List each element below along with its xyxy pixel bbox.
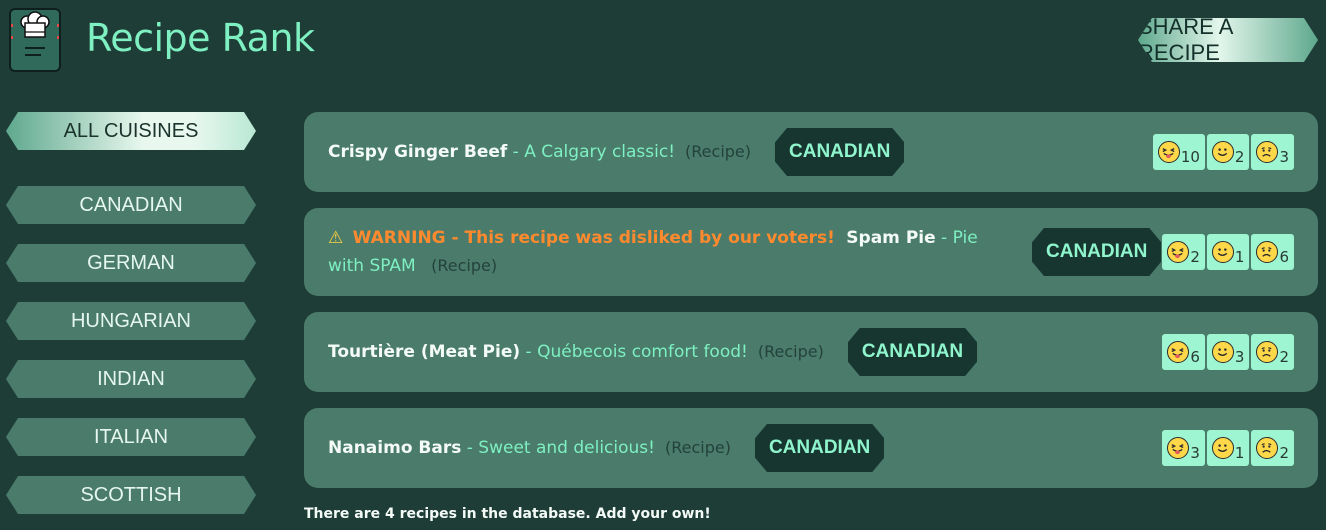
tongue-out-face-icon: [1157, 141, 1180, 163]
cuisine-tag[interactable]: CANADIAN: [755, 424, 884, 472]
warning-text: WARNING - This recipe was disliked by ou…: [352, 228, 835, 248]
recipe-card: Tourtière (Meat Pie) - Québecois comfort…: [304, 312, 1318, 392]
smiley-face-icon: [1211, 341, 1234, 363]
cuisine-tag[interactable]: CANADIAN: [775, 128, 904, 176]
tongue-out-face-icon: [1167, 241, 1190, 263]
recipe-count-footer: There are 4 recipes in the database. Add…: [304, 506, 711, 522]
liked-count: 2: [1234, 148, 1245, 166]
recipe-name: Tourtière (Meat Pie): [328, 342, 521, 362]
cuisine-filter-italian[interactable]: ITALIAN: [6, 418, 256, 456]
disliked-count: 6: [1279, 248, 1289, 266]
recipe-name: Crispy Ginger Beef: [328, 142, 508, 162]
tongue-out-face-icon: [1167, 437, 1190, 459]
vote-liked-button[interactable]: 1: [1206, 234, 1250, 270]
vote-disliked-button[interactable]: 2: [1251, 430, 1294, 466]
cuisine-tag[interactable]: CANADIAN: [848, 328, 977, 376]
cuisine-filter-hungarian[interactable]: HUNGARIAN: [6, 302, 256, 340]
recipe-text: Tourtière (Meat Pie) - Québecois comfort…: [328, 312, 977, 392]
frowning-face-icon: [1256, 241, 1279, 263]
vote-loved-button[interactable]: 2: [1162, 234, 1205, 270]
cuisine-filter-scottish[interactable]: SCOTTISH: [6, 476, 256, 514]
vote-loved-button[interactable]: 10: [1152, 134, 1205, 170]
recipe-link[interactable]: (Recipe): [431, 256, 497, 275]
recipe-text: Nanaimo Bars - Sweet and delicious! (Rec…: [328, 408, 884, 488]
chef-hat-book-icon: [9, 8, 61, 72]
smiley-face-icon: [1211, 437, 1234, 459]
recipe-card: Crispy Ginger Beef - A Calgary classic! …: [304, 112, 1318, 192]
recipe-separator: -: [507, 142, 525, 162]
recipe-card: ⚠ WARNING - This recipe was disliked by …: [304, 208, 1318, 296]
app-title: Recipe Rank: [86, 16, 315, 60]
recipe-separator: -: [461, 438, 479, 458]
vote-group: 6 3 2: [1162, 334, 1294, 370]
cuisine-tag[interactable]: CANADIAN: [1032, 228, 1161, 276]
recipe-name: Spam Pie: [846, 228, 936, 248]
recipe-description: A Calgary classic!: [524, 142, 676, 162]
tongue-out-face-icon: [1167, 341, 1190, 363]
frowning-face-icon: [1256, 341, 1279, 363]
disliked-count: 2: [1279, 444, 1289, 462]
loved-count: 3: [1190, 444, 1200, 462]
vote-loved-button[interactable]: 3: [1162, 430, 1205, 466]
cuisine-filter-german[interactable]: GERMAN: [6, 244, 256, 282]
liked-count: 3: [1234, 348, 1245, 366]
vote-group: 10 2 3: [1152, 134, 1294, 170]
recipe-text: Crispy Ginger Beef - A Calgary classic! …: [328, 112, 904, 192]
recipe-name: Nanaimo Bars: [328, 438, 462, 458]
vote-disliked-button[interactable]: 6: [1251, 234, 1294, 270]
recipe-separator: -: [520, 342, 538, 362]
recipe-link[interactable]: (Recipe): [685, 138, 751, 166]
frowning-face-icon: [1256, 437, 1279, 459]
cuisine-filter-indian[interactable]: INDIAN: [6, 360, 256, 398]
vote-group: 2 1 6: [1162, 234, 1294, 270]
cuisine-filter-all[interactable]: ALL CUISINES: [6, 112, 256, 150]
frowning-face-icon: [1256, 141, 1279, 163]
vote-disliked-button[interactable]: 3: [1251, 134, 1294, 170]
smiley-face-icon: [1211, 241, 1234, 263]
loved-count: 2: [1190, 248, 1200, 266]
vote-loved-button[interactable]: 6: [1162, 334, 1205, 370]
recipe-link[interactable]: (Recipe): [758, 338, 824, 366]
disliked-count: 3: [1279, 148, 1289, 166]
recipe-description: Sweet and delicious!: [478, 438, 655, 458]
smiley-face-icon: [1211, 141, 1234, 163]
cuisine-filter-canadian[interactable]: CANADIAN: [6, 186, 256, 224]
recipe-text: ⚠ WARNING - This recipe was disliked by …: [328, 208, 1008, 296]
disliked-count: 2: [1279, 348, 1289, 366]
recipe-separator: -: [935, 228, 953, 248]
liked-count: 1: [1234, 248, 1245, 266]
vote-liked-button[interactable]: 3: [1206, 334, 1250, 370]
recipe-link[interactable]: (Recipe): [665, 434, 731, 462]
loved-count: 6: [1190, 348, 1200, 366]
recipe-card: Nanaimo Bars - Sweet and delicious! (Rec…: [304, 408, 1318, 488]
liked-count: 1: [1234, 444, 1245, 462]
vote-disliked-button[interactable]: 2: [1251, 334, 1294, 370]
vote-liked-button[interactable]: 1: [1206, 430, 1250, 466]
loved-count: 10: [1180, 148, 1200, 166]
vote-liked-button[interactable]: 2: [1206, 134, 1250, 170]
vote-group: 3 1 2: [1162, 430, 1294, 466]
share-recipe-button[interactable]: SHARE A RECIPE: [1138, 18, 1318, 62]
warning-icon: ⚠: [328, 228, 344, 248]
recipe-description: Québecois comfort food!: [537, 342, 748, 362]
